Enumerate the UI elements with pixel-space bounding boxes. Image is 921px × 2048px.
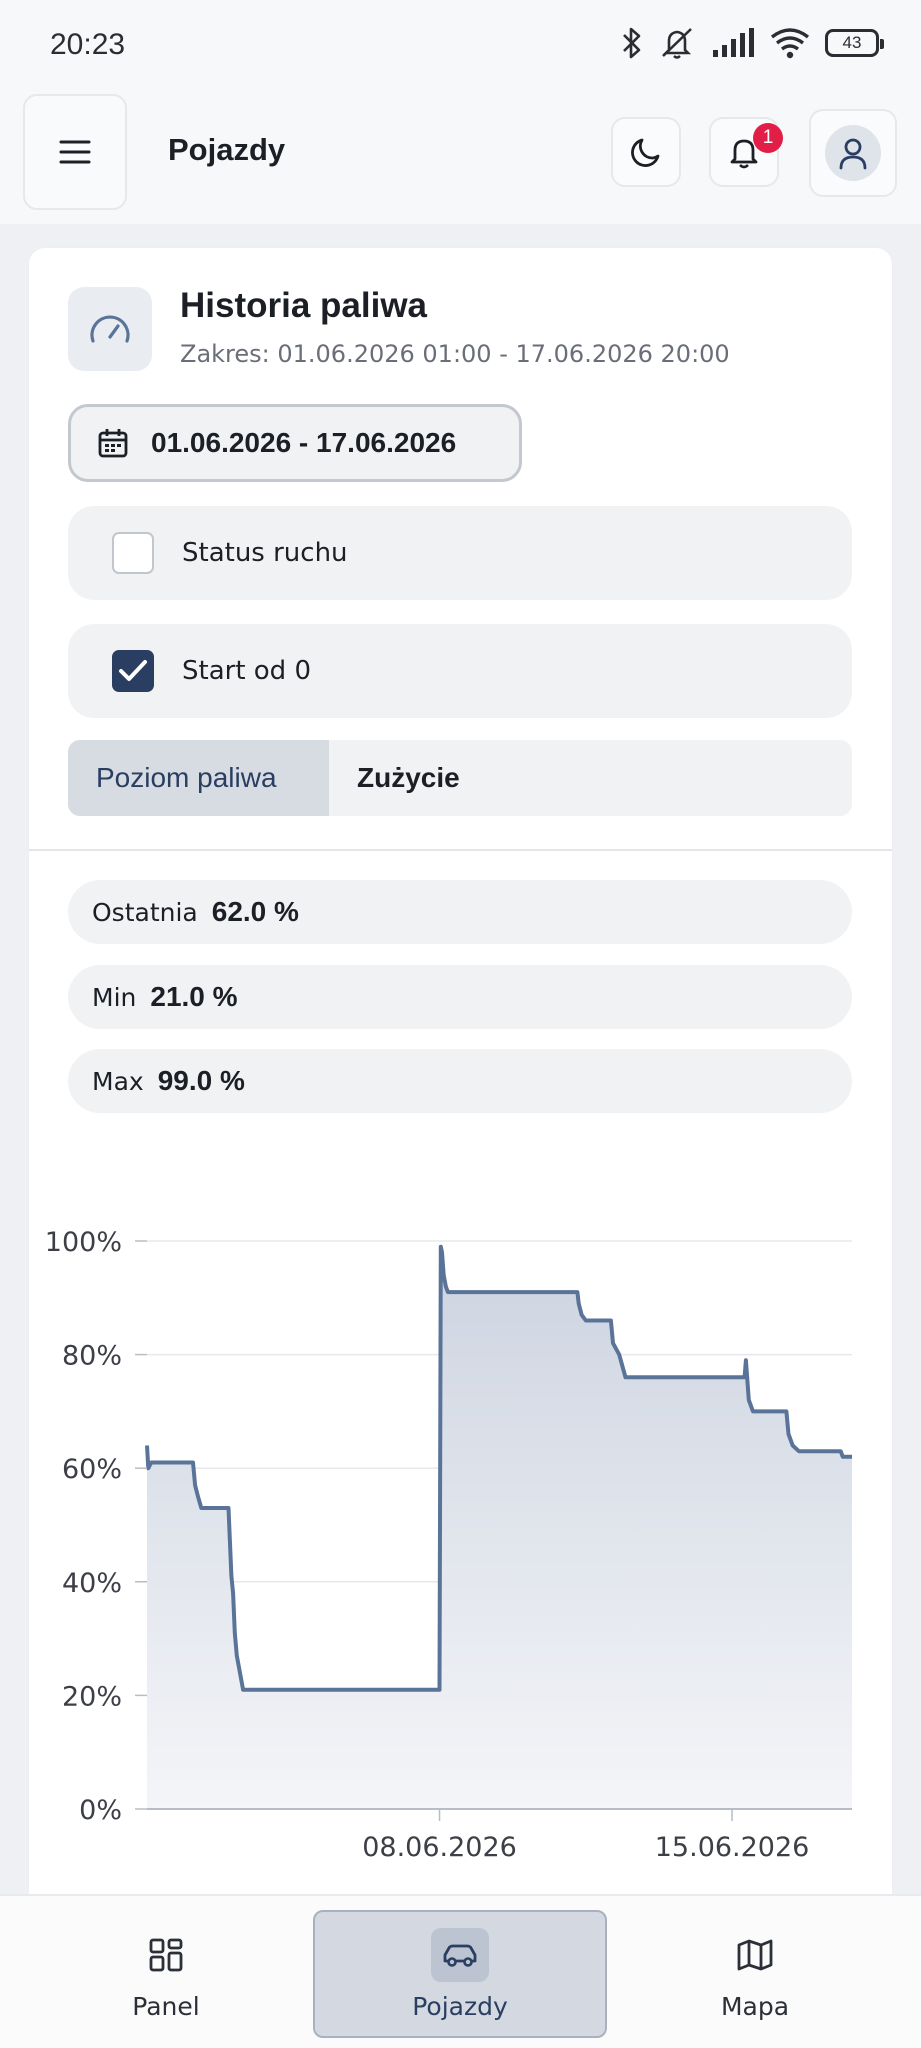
- mute-icon: [662, 28, 692, 59]
- nav-icon-wrap: [726, 1928, 784, 1982]
- bottom-navigation: Panel Pojazdy Mapa: [0, 1894, 921, 2048]
- nav-label: Panel: [132, 1991, 200, 2021]
- app-header: Pojazdy 1: [0, 92, 921, 224]
- checkbox-row-start-from-zero[interactable]: Start od 0: [68, 624, 852, 718]
- calendar-icon: [98, 429, 128, 458]
- wifi-icon: [770, 28, 810, 59]
- stat-max: Max 99.0 %: [68, 1049, 852, 1113]
- user-menu-button[interactable]: [809, 109, 897, 197]
- grid-icon: [149, 1938, 183, 1971]
- status-time: 20:23: [50, 28, 126, 61]
- theme-toggle-button[interactable]: [611, 117, 681, 187]
- tab-fuel-level[interactable]: Poziom paliwa: [68, 740, 329, 816]
- card-title: Historia paliwa: [180, 286, 428, 325]
- moon-icon: [631, 138, 660, 167]
- nav-pojazdy[interactable]: Pojazdy: [313, 1910, 607, 2038]
- bluetooth-icon: [623, 27, 641, 59]
- stat-min: Min 21.0 %: [68, 965, 852, 1029]
- stat-label: Min: [92, 982, 137, 1012]
- stat-value: 21.0 %: [150, 981, 238, 1012]
- map-icon: [737, 1939, 773, 1970]
- checkmark-icon: [119, 660, 147, 681]
- checkbox-label: Status ruchu: [182, 538, 348, 568]
- signal-icon: [713, 28, 754, 57]
- car-icon: [443, 1944, 477, 1967]
- date-range-subtitle: Zakres: 01.06.2026 01:00 - 17.06.2026 20…: [180, 340, 730, 368]
- start-from-zero-checkbox[interactable]: [112, 650, 154, 692]
- date-range-label: 01.06.2026 - 17.06.2026: [151, 427, 457, 458]
- stat-value: 99.0 %: [157, 1065, 245, 1096]
- nav-icon-wrap: [431, 1927, 489, 1982]
- nav-label: Mapa: [720, 1991, 790, 2021]
- page-title: Pojazdy: [168, 132, 286, 167]
- notifications-button[interactable]: 1: [709, 117, 783, 187]
- divider: [29, 849, 892, 851]
- tab-consumption[interactable]: Zużycie: [329, 740, 488, 816]
- status-icons: 43: [621, 26, 884, 60]
- checkbox-row-movement-status[interactable]: Status ruchu: [68, 506, 852, 600]
- notification-badge: 1: [753, 123, 783, 153]
- fuel-history-card: Historia paliwa Zakres: 01.06.2026 01:00…: [29, 248, 892, 1908]
- stat-label: Max: [92, 1066, 144, 1096]
- date-range-picker[interactable]: 01.06.2026 - 17.06.2026: [68, 404, 522, 482]
- battery-indicator: 43: [825, 29, 884, 57]
- movement-status-checkbox[interactable]: [112, 532, 154, 574]
- status-bar: 20:23 43: [0, 0, 921, 92]
- nav-icon-wrap: [137, 1928, 195, 1982]
- hamburger-icon: [59, 140, 91, 164]
- nav-panel[interactable]: Panel: [86, 1910, 246, 2038]
- card-icon-box: [68, 287, 152, 371]
- stat-value: 62.0 %: [211, 896, 299, 927]
- stat-last: Ostatnia 62.0 %: [68, 880, 852, 944]
- stat-label: Ostatnia: [92, 897, 198, 927]
- avatar: [825, 125, 881, 181]
- gauge-icon: [90, 315, 130, 343]
- nav-label: Pojazdy: [412, 1991, 508, 2021]
- chart-mode-tabs: Poziom paliwa Zużycie: [68, 740, 852, 816]
- nav-mapa[interactable]: Mapa: [675, 1910, 835, 2038]
- menu-button[interactable]: [23, 94, 127, 210]
- user-icon: [839, 138, 867, 170]
- checkbox-label: Start od 0: [182, 656, 311, 686]
